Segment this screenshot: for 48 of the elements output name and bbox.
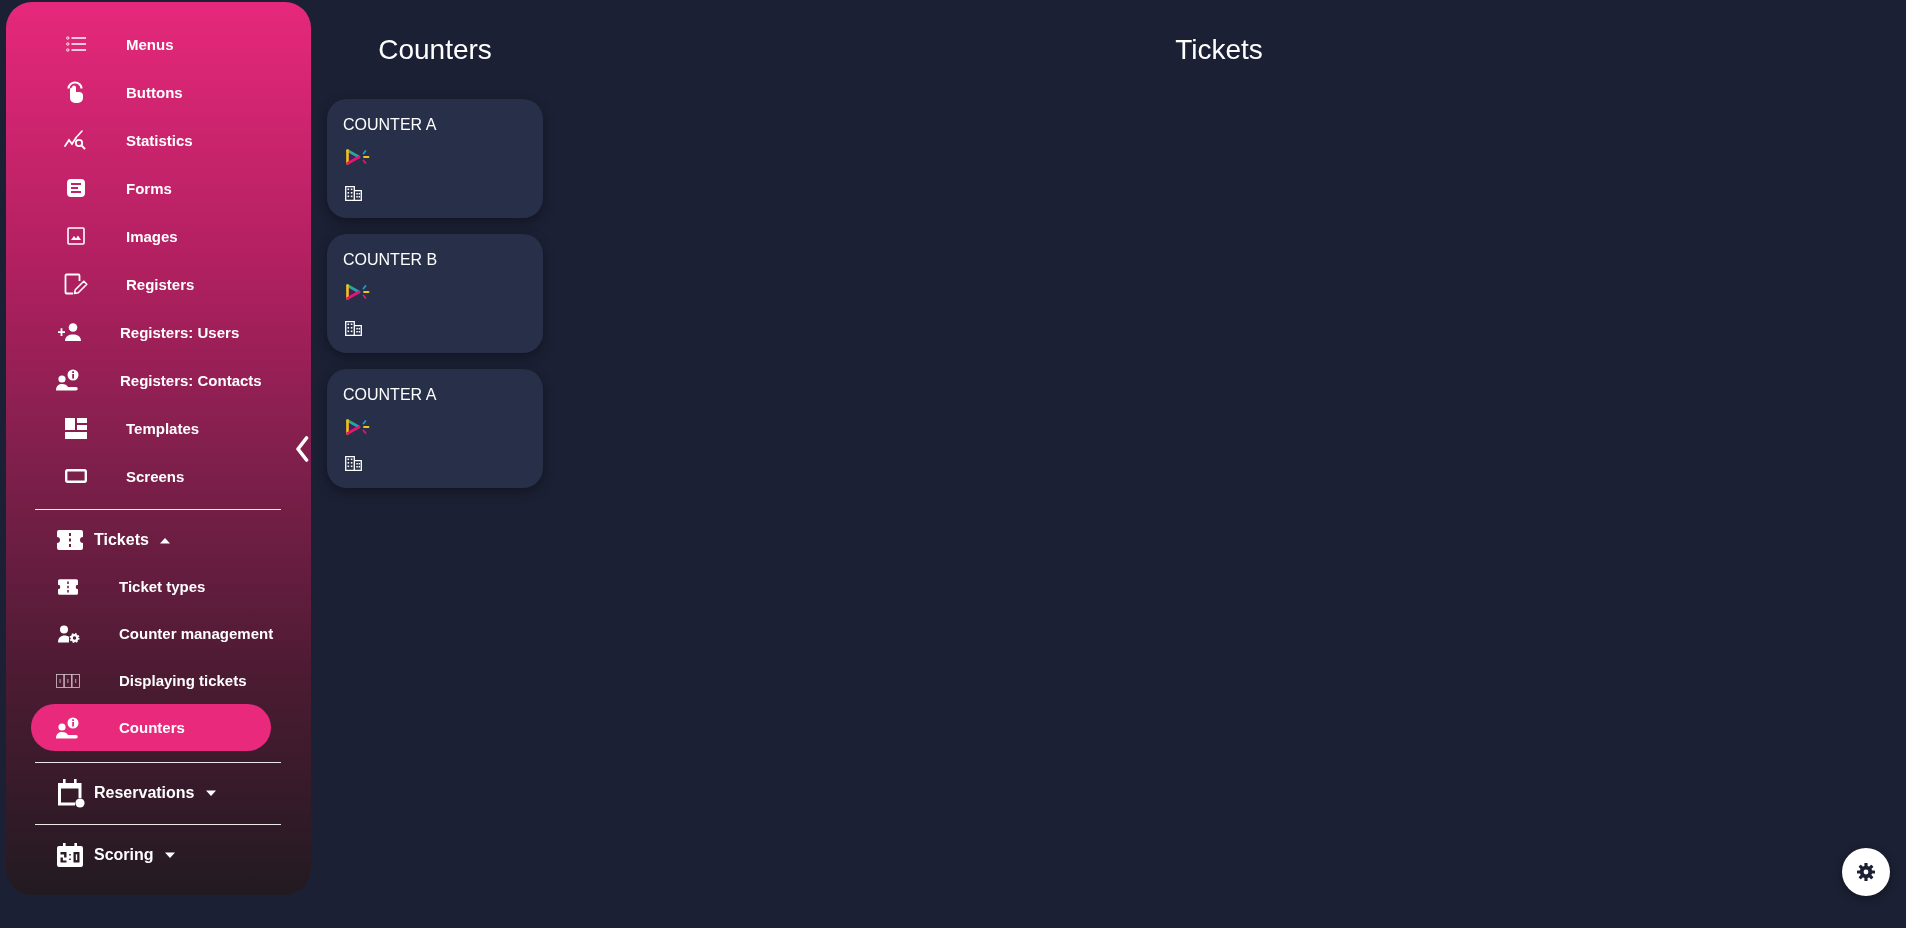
colorful-play-icon <box>345 283 371 301</box>
sidebar-item[interactable]: Ticket types <box>31 563 271 610</box>
list-icon <box>66 36 86 52</box>
building-icon <box>345 321 362 336</box>
sidebar-item[interactable]: Screens <box>31 452 271 500</box>
user-info-icon <box>56 369 80 391</box>
section-heading: Tickets <box>1175 33 1263 67</box>
form-icon <box>67 179 85 197</box>
ticket-icon <box>57 530 83 550</box>
sidebar-item[interactable]: Statistics <box>31 116 271 164</box>
colorful-play-icon <box>345 148 371 166</box>
sidebar-item[interactable]: Counter management <box>31 610 278 657</box>
user-gear-icon <box>58 624 80 643</box>
calendar-icon <box>58 778 85 808</box>
screen-icon <box>65 469 87 483</box>
sidebar-group-header[interactable]: Reservations <box>31 770 216 816</box>
settings-button[interactable] <box>1842 848 1890 896</box>
add-user-icon <box>58 323 82 341</box>
ticket-icon <box>58 578 78 595</box>
numbered-boxes-icon <box>56 673 80 688</box>
building-icon <box>345 186 362 201</box>
user-info-icon <box>56 716 80 739</box>
sidebar-item[interactable]: Templates <box>31 404 271 452</box>
building-icon <box>345 456 362 471</box>
touch-icon <box>66 81 84 103</box>
sidebar-item[interactable]: Menus <box>31 20 271 68</box>
chevron-left-icon[interactable] <box>295 436 309 462</box>
sidebar-item[interactable]: Buttons <box>31 68 271 116</box>
sidebar-item[interactable]: Registers: Contacts <box>31 356 271 404</box>
sidebar-group-header[interactable]: Tickets <box>31 517 170 563</box>
colorful-play-icon <box>345 418 371 436</box>
sidebar-item[interactable]: Images <box>31 212 271 260</box>
edit-note-icon <box>64 273 88 295</box>
section-heading: Counters <box>378 33 492 67</box>
card-title: COUNTER A <box>343 115 437 135</box>
dashboard-icon <box>65 417 87 439</box>
sidebar-item[interactable]: Registers <box>31 260 271 308</box>
image-icon <box>67 227 85 245</box>
sidebar-item[interactable]: Registers: Users <box>31 308 271 356</box>
chart-search-icon <box>64 130 86 150</box>
card-title: COUNTER B <box>343 250 438 270</box>
scoreboard-icon <box>57 843 83 867</box>
gear-icon <box>1856 862 1876 882</box>
sidebar-group-header[interactable]: Scoring <box>31 832 175 878</box>
sidebar-item[interactable]: Forms <box>31 164 271 212</box>
card-title: COUNTER A <box>343 385 437 405</box>
sidebar-item[interactable]: Counters <box>31 704 271 751</box>
sidebar-item[interactable]: Displaying tickets <box>31 657 271 704</box>
